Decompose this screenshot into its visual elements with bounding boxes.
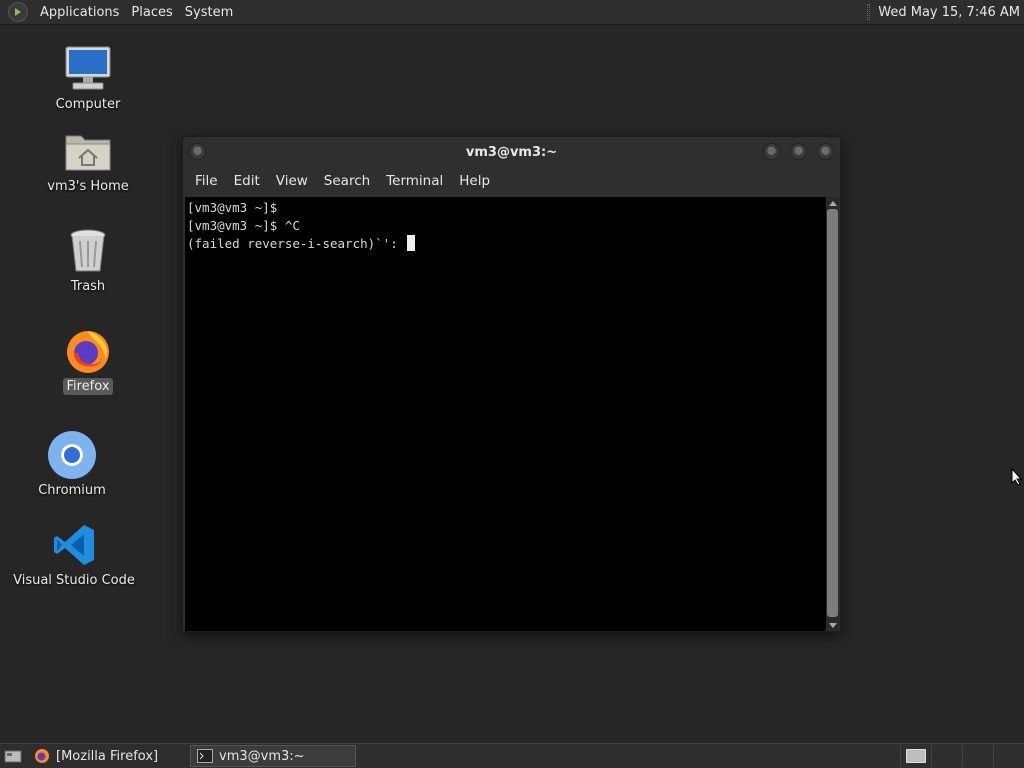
workspace-1[interactable] <box>900 745 931 767</box>
workspace-3[interactable] <box>962 745 993 767</box>
taskbar-item-label: [Mozilla Firefox] <box>56 748 159 764</box>
scrollbar-thumb[interactable] <box>827 209 838 617</box>
window-menu-button[interactable] <box>189 143 206 160</box>
menu-search[interactable]: Search <box>316 173 378 189</box>
window-title: vm3@vm3:~ <box>465 144 558 160</box>
chromium-icon <box>46 430 98 480</box>
trash-icon <box>62 226 114 276</box>
close-button[interactable] <box>817 143 834 160</box>
vscode-icon <box>48 520 100 570</box>
firefox-icon <box>34 748 50 764</box>
menu-terminal[interactable]: Terminal <box>378 173 451 189</box>
menu-applications[interactable]: Applications <box>34 5 125 20</box>
menu-view[interactable]: View <box>268 173 316 189</box>
top-panel: Applications Places System Wed May 15, 7… <box>0 0 1024 25</box>
text-cursor <box>407 235 416 251</box>
mouse-pointer-icon <box>1011 467 1023 490</box>
bottom-panel: [Mozilla Firefox] vm3@vm3:~ <box>0 743 1024 768</box>
terminal-window[interactable]: vm3@vm3:~ File Edit View Search Terminal… <box>182 136 841 632</box>
menu-places[interactable]: Places <box>125 5 178 20</box>
menu-edit[interactable]: Edit <box>226 173 268 189</box>
terminal-scrollbar[interactable] <box>826 197 839 631</box>
maximize-button[interactable] <box>790 143 807 160</box>
show-desktop-icon <box>4 750 22 763</box>
home-folder-icon <box>62 126 114 176</box>
terminal-screen[interactable]: [vm3@vm3 ~]$ [vm3@vm3 ~]$ ^C (failed rev… <box>185 197 827 631</box>
minimize-button[interactable] <box>763 143 780 160</box>
desktop-icon-label: Computer <box>55 97 121 112</box>
desktop-icon-computer[interactable]: Computer <box>23 44 153 113</box>
taskbar-item-terminal[interactable]: vm3@vm3:~ <box>190 745 356 767</box>
window-titlebar[interactable]: vm3@vm3:~ <box>183 137 840 167</box>
panel-handle[interactable] <box>867 4 871 20</box>
show-desktop-button[interactable] <box>0 745 26 767</box>
desktop-icon-label: vm3's Home <box>47 179 129 194</box>
desktop-icon-chromium[interactable]: Chromium <box>7 430 137 499</box>
taskbar-item-firefox[interactable]: [Mozilla Firefox] <box>28 745 188 767</box>
terminal-line: [vm3@vm3 ~]$ ^C <box>187 218 300 233</box>
desktop-icon-home[interactable]: vm3's Home <box>23 126 153 195</box>
desktop-icon-label: Firefox <box>63 378 113 395</box>
terminal-menubar: File Edit View Search Terminal Help <box>183 167 840 195</box>
desktop-icon-trash[interactable]: Trash <box>23 226 153 295</box>
menu-file[interactable]: File <box>187 173 226 189</box>
desktop-icon-label: Chromium <box>38 483 106 498</box>
desktop-icon-firefox[interactable]: Firefox <box>23 326 153 395</box>
scroll-down-arrow-icon[interactable] <box>826 619 839 631</box>
terminal-line: (failed reverse-i-search)`': <box>187 236 406 251</box>
workspace-2[interactable] <box>931 745 962 767</box>
desktop-icon-vscode[interactable]: Visual Studio Code <box>9 520 139 589</box>
workspace-4[interactable] <box>993 745 1024 767</box>
terminal-icon <box>197 749 213 763</box>
desktop-icon-label: Visual Studio Code <box>13 573 135 588</box>
distro-logo-icon[interactable] <box>8 2 28 22</box>
firefox-icon <box>62 326 114 376</box>
scroll-up-arrow-icon[interactable] <box>826 197 839 209</box>
desktop-icon-label: Trash <box>70 279 106 294</box>
terminal-prompt-line: (failed reverse-i-search)`': <box>187 235 825 253</box>
computer-icon <box>62 44 114 94</box>
menu-system[interactable]: System <box>179 5 239 20</box>
taskbar-item-label: vm3@vm3:~ <box>219 748 305 764</box>
terminal-line: [vm3@vm3 ~]$ <box>187 200 278 215</box>
clock[interactable]: Wed May 15, 7:46 AM <box>878 5 1024 20</box>
menu-help[interactable]: Help <box>451 173 498 189</box>
